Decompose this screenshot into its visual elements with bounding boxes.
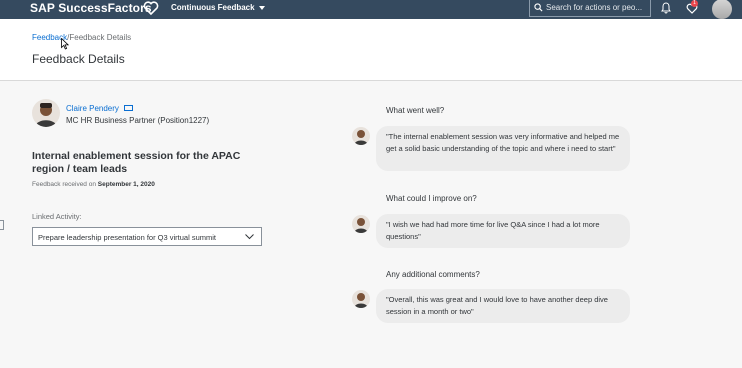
module-menu[interactable]: Continuous Feedback <box>171 3 265 12</box>
search-input[interactable]: Search for actions or peo... <box>529 0 651 17</box>
linked-activity-value: Prepare leadership presentation for Q3 v… <box>38 233 217 242</box>
feedback-subject: Internal enablement session for the APAC… <box>32 150 241 175</box>
brand-logo[interactable]: SAP SuccessFactors <box>30 1 152 15</box>
business-card-icon[interactable] <box>124 105 133 111</box>
breadcrumb: Feedback/Feedback Details <box>32 33 131 42</box>
linked-activity-label: Linked Activity: <box>32 212 82 221</box>
avatar <box>352 215 370 233</box>
received-prefix: Feedback received on <box>32 181 96 188</box>
answer-bubble: "I wish we had had more time for live Q&… <box>376 214 630 248</box>
avatar <box>352 290 370 308</box>
question-label: What went well? <box>386 106 445 115</box>
person-role: MC HR Business Partner (Position1227) <box>66 116 210 125</box>
received-date-value: September 1, 2020 <box>97 181 155 188</box>
linked-activity-select[interactable]: Prepare leadership presentation for Q3 v… <box>32 227 262 246</box>
avatar <box>32 99 60 127</box>
avatar <box>352 127 370 145</box>
mouse-cursor-icon <box>61 38 69 50</box>
page-title: Feedback Details <box>32 52 125 66</box>
answer-bubble: "Overall, this was great and I would lov… <box>376 289 630 323</box>
shell-bar: SAP SuccessFactors Continuous Feedback S… <box>0 0 742 19</box>
person-name-link[interactable]: Claire Pendery <box>66 104 119 113</box>
question-label: Any additional comments? <box>386 270 480 279</box>
side-panel-handle[interactable] <box>0 220 4 230</box>
module-menu-label: Continuous Feedback <box>171 3 255 12</box>
search-icon <box>534 3 543 12</box>
answer-bubble: "The internal enablement session was ver… <box>376 126 630 171</box>
search-placeholder: Search for actions or peo... <box>546 3 643 12</box>
notification-badge: 1 <box>691 0 698 7</box>
chevron-down-icon <box>245 234 254 240</box>
question-label: What could I improve on? <box>386 194 477 203</box>
heart-icon <box>143 1 159 16</box>
breadcrumb-current: Feedback Details <box>69 33 132 42</box>
page-header <box>0 19 742 81</box>
chevron-down-icon <box>258 5 265 10</box>
received-date: Feedback received on September 1, 2020 <box>32 181 155 188</box>
user-avatar[interactable] <box>712 0 732 19</box>
bell-icon[interactable] <box>661 2 671 14</box>
